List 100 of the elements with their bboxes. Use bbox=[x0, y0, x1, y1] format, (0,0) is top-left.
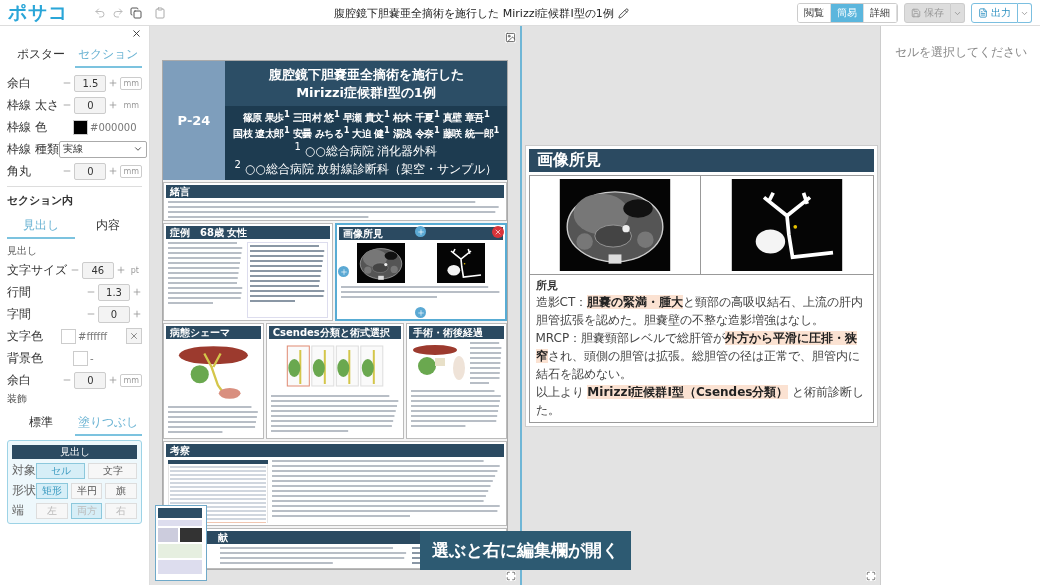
plus-button[interactable] bbox=[108, 375, 119, 385]
plus-icon bbox=[339, 267, 348, 276]
field-label: 文字色 bbox=[7, 327, 43, 345]
clear-button[interactable] bbox=[126, 328, 142, 344]
poster-section[interactable]: 病態シェーマ bbox=[163, 323, 264, 440]
save-dropdown-button[interactable] bbox=[951, 3, 965, 23]
plus-icon bbox=[108, 78, 119, 88]
plus-icon bbox=[108, 166, 119, 176]
surgery-illustration-drawing bbox=[411, 342, 468, 383]
number-field[interactable]: 1.3 bbox=[98, 283, 130, 301]
field-label: 背景色 bbox=[7, 349, 43, 367]
export-button[interactable]: 出力 bbox=[971, 3, 1018, 23]
field-label: 角丸 bbox=[7, 162, 31, 180]
number-field[interactable]: 0 bbox=[98, 305, 130, 323]
poster-number: P-24 bbox=[163, 61, 225, 180]
section-title: Csendes分類と術式選択 bbox=[268, 326, 402, 340]
plus-button[interactable] bbox=[115, 265, 126, 275]
color-swatch[interactable] bbox=[73, 350, 88, 366]
tab[interactable]: ポスター bbox=[7, 43, 75, 68]
close-icon bbox=[129, 331, 139, 341]
caption-toast: 選ぶと右に編集欄が開く bbox=[420, 531, 631, 570]
option-label: 対象 bbox=[12, 462, 36, 479]
empty-selection-hint: セルを選択してください bbox=[894, 44, 1027, 60]
author-list: 国枝 遼太郎$^{1}$ 安曇 みちる$^{1}$ 大迫 健$^{1}$ 湯浅 令奈$^{1}$ 藤咲 統一郎$^{1}$ bbox=[227, 124, 505, 141]
poster-section[interactable]: 手術・術後経過 bbox=[406, 323, 507, 440]
findings-paragraph: MRCP：胆嚢頸部レベルで総肝管が外方から平滑に圧排・狭窄され、頭側の胆管は拡張。総胆管の径は正常で、胆管内に結石を認めない。 bbox=[535, 329, 861, 383]
number-field[interactable]: 0 bbox=[74, 96, 107, 114]
plus-icon bbox=[108, 100, 119, 110]
plus-icon bbox=[416, 308, 425, 317]
redo-icon[interactable] bbox=[112, 7, 124, 19]
poster-title: 腹腔鏡下胆嚢亜全摘術を施行した Mirizzi症候群Ⅰ型の1例 bbox=[225, 61, 507, 107]
section-title: 症例 68歳 女性 bbox=[166, 226, 330, 240]
poster-section[interactable]: 緒言 bbox=[163, 181, 507, 222]
pencil-icon[interactable] bbox=[617, 7, 629, 19]
option-button[interactable]: 半円 bbox=[70, 482, 103, 499]
author-list: 篠原 果歩$^{1}$ 三田村 悠$^{1}$ 早瀬 貴文$^{1}$ 柏木 千夏$^{1}$ 真壁 章吾$^{1}$ bbox=[227, 109, 505, 125]
number-field[interactable]: 46 bbox=[81, 261, 114, 279]
section-title: 病態シェーマ bbox=[166, 326, 261, 340]
close-icon bbox=[494, 228, 502, 237]
app-logo: ポサコ bbox=[8, 0, 68, 25]
line-style-select[interactable]: 実線 bbox=[58, 140, 147, 158]
section-heading: セクション内 bbox=[7, 193, 74, 208]
section-title: 緒言 bbox=[166, 184, 504, 198]
color-swatch[interactable] bbox=[73, 119, 88, 135]
export-dropdown-button[interactable] bbox=[1018, 3, 1032, 23]
plus-icon bbox=[108, 375, 119, 385]
plus-icon bbox=[115, 265, 126, 275]
findings-paragraph: 造影CT：胆嚢の緊満・腫大と頸部の高吸収結石、上流の肝内胆管拡張を認めた。胆嚢壁の不整な造影増強はなし。 bbox=[535, 293, 865, 329]
field-label: 余白 bbox=[7, 371, 31, 389]
poster-section[interactable]: Csendes分類と術式選択 bbox=[265, 323, 405, 440]
color-swatch[interactable] bbox=[61, 328, 76, 344]
copy-icon[interactable] bbox=[130, 7, 142, 19]
section-title: 手術・術後経過 bbox=[409, 326, 504, 340]
plus-button[interactable] bbox=[132, 309, 142, 319]
plus-button[interactable] bbox=[108, 78, 119, 88]
option-button[interactable]: 文字 bbox=[88, 462, 137, 479]
plus-button[interactable] bbox=[132, 287, 142, 297]
undo-icon[interactable] bbox=[94, 7, 106, 19]
save-icon bbox=[911, 8, 921, 18]
number-field[interactable]: 0 bbox=[74, 371, 107, 389]
plus-icon bbox=[416, 227, 425, 236]
plus-button[interactable] bbox=[108, 100, 119, 110]
field-label: 枠線 色 bbox=[7, 118, 47, 136]
option-button[interactable]: 旗 bbox=[105, 482, 137, 499]
poster-section[interactable]: 症例 68歳 女性 bbox=[163, 223, 333, 322]
poster-section[interactable]: 考察 bbox=[163, 441, 507, 526]
section-title: 画像所見 bbox=[528, 148, 874, 172]
poster-section[interactable]: 画像所見 bbox=[335, 223, 507, 322]
clipboard-icon[interactable] bbox=[154, 7, 166, 19]
tab[interactable]: 内容 bbox=[74, 214, 142, 239]
view-mode-button[interactable]: 閲覧 bbox=[798, 4, 831, 22]
affiliation-text: $^{2}$ ○○総合病院 放射線診断科（架空・サンプル） bbox=[233, 158, 499, 177]
fullscreen-icon[interactable] bbox=[866, 571, 876, 581]
findings-paragraph: 以上より Mirizzi症候群Ⅰ型（Csendes分類） と術前診断した。 bbox=[535, 383, 866, 419]
subsection-label: 装飾 bbox=[7, 392, 28, 406]
unit-label: pt bbox=[129, 264, 140, 277]
option-label: 形状 bbox=[12, 482, 36, 499]
color-value: #000000 bbox=[90, 121, 138, 133]
section-title: 考察 bbox=[166, 444, 504, 458]
number-field[interactable]: 0 bbox=[74, 162, 107, 180]
field-label: 枠線 種類 bbox=[7, 140, 59, 158]
field-label: 文字サイズ bbox=[7, 261, 67, 279]
field-label: 行間 bbox=[7, 283, 31, 301]
image-icon[interactable] bbox=[505, 32, 516, 43]
caret-icon bbox=[132, 144, 143, 154]
tab[interactable]: 標準 bbox=[7, 411, 75, 436]
field-label: 字間 bbox=[7, 305, 31, 323]
add-button[interactable] bbox=[415, 226, 426, 238]
plus-icon bbox=[132, 309, 142, 319]
fullscreen-icon[interactable] bbox=[506, 571, 516, 581]
plus-button[interactable] bbox=[108, 166, 119, 176]
poster-thumbnail[interactable] bbox=[155, 505, 207, 581]
subsection-label: 見出し bbox=[7, 244, 38, 258]
field-label: 余白 bbox=[7, 74, 31, 92]
number-field[interactable]: 1.5 bbox=[74, 74, 107, 92]
remove-button[interactable] bbox=[492, 226, 504, 239]
unit-label: mm bbox=[122, 99, 140, 112]
field-label: 枠線 太さ bbox=[7, 96, 59, 114]
close-icon[interactable] bbox=[131, 28, 142, 39]
section-title: 画像所見 bbox=[339, 227, 503, 241]
